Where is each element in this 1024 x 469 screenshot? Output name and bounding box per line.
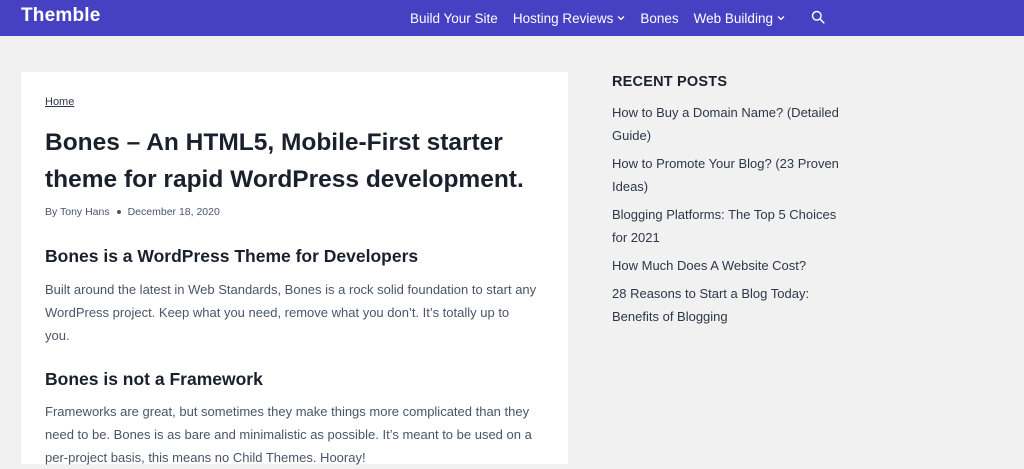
meta-separator bbox=[116, 210, 121, 214]
sidebar-title: RECENT POSTS bbox=[612, 74, 728, 90]
site-logo[interactable]: Themble bbox=[21, 5, 101, 27]
nav-item-label: Build Your Site bbox=[410, 10, 498, 26]
nav-item-hosting-reviews[interactable]: Hosting Reviews bbox=[513, 11, 626, 26]
nav-item-bones[interactable]: Bones bbox=[640, 11, 678, 26]
main-nav: Build Your Site Hosting Reviews Bones We… bbox=[410, 0, 800, 36]
chevron-down-icon bbox=[777, 16, 785, 21]
recent-post-link[interactable]: How to Buy a Domain Name? (Detailed Guid… bbox=[612, 101, 842, 147]
post-author: By Tony Hans bbox=[45, 206, 110, 218]
nav-item-label: Hosting Reviews bbox=[512, 10, 614, 26]
nav-item-label: Web Building bbox=[693, 10, 773, 26]
section-heading: Bones is not a Framework bbox=[45, 369, 263, 389]
breadcrumb-home[interactable]: Home bbox=[45, 96, 74, 108]
site-header: Themble Build Your Site Hosting Reviews … bbox=[0, 0, 1024, 36]
recent-post-link[interactable]: How to Promote Your Blog? (23 Proven Ide… bbox=[612, 152, 842, 198]
chevron-down-icon bbox=[617, 16, 625, 21]
recent-post-link[interactable]: 28 Reasons to Start a Blog Today: Benefi… bbox=[612, 282, 842, 328]
article-card: Home Bones – An HTML5, Mobile-First star… bbox=[21, 72, 568, 465]
section-paragraph: Built around the latest in Web Standards… bbox=[45, 282, 537, 343]
search-icon[interactable] bbox=[811, 10, 825, 24]
section-heading: Bones is a WordPress Theme for Developer… bbox=[45, 246, 419, 266]
post-meta: By Tony Hans December 18, 2020 bbox=[45, 206, 220, 218]
section-paragraph: Frameworks are great, but sometimes they… bbox=[45, 404, 532, 465]
post-date: December 18, 2020 bbox=[127, 206, 220, 218]
recent-post-link[interactable]: Blogging Platforms: The Top 5 Choices fo… bbox=[612, 203, 842, 249]
recent-posts-list: How to Buy a Domain Name? (Detailed Guid… bbox=[612, 101, 842, 333]
page-title: Bones – An HTML5, Mobile-First starter t… bbox=[45, 129, 524, 193]
nav-item-label: Bones bbox=[640, 10, 679, 26]
nav-item-build-your-site[interactable]: Build Your Site bbox=[410, 11, 498, 26]
nav-item-web-building[interactable]: Web Building bbox=[694, 11, 785, 26]
recent-post-link[interactable]: How Much Does A Website Cost? bbox=[612, 254, 842, 277]
